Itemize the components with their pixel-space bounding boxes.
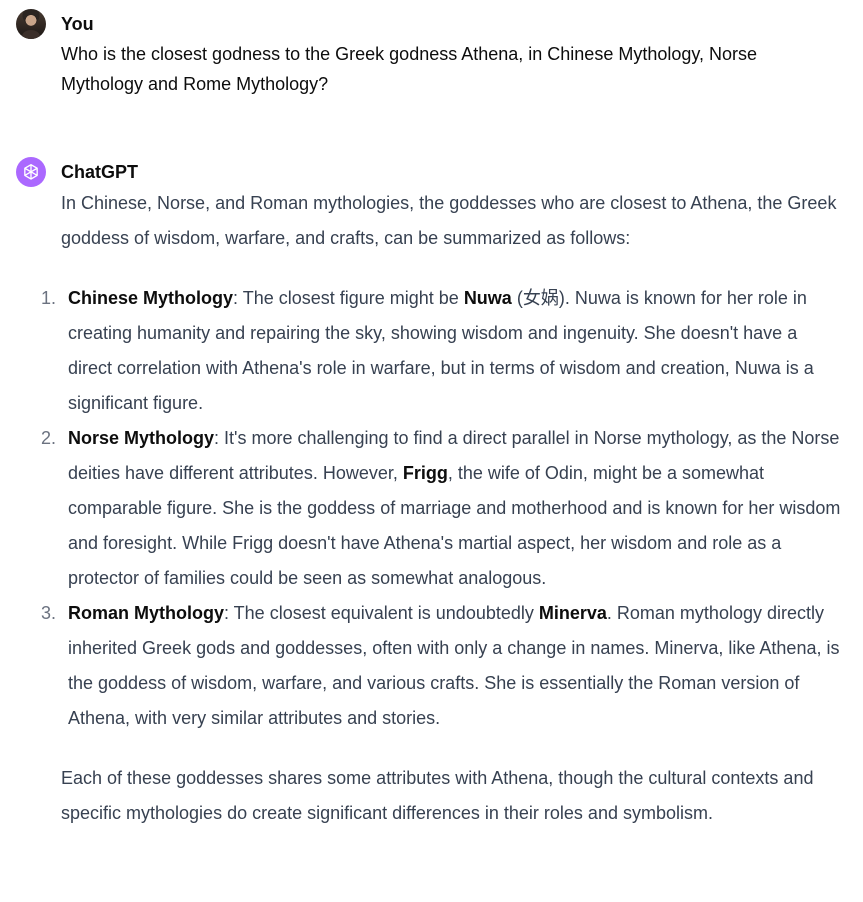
list-item-heading: Roman Mythology bbox=[68, 603, 224, 623]
user-turn: You Who is the closest godness to the Gr… bbox=[16, 8, 843, 99]
answer-list: 1. Chinese Mythology: The closest figure … bbox=[41, 281, 843, 736]
assistant-author-name: ChatGPT bbox=[61, 161, 139, 182]
assistant-message: In Chinese, Norse, and Roman mythologies… bbox=[41, 186, 843, 831]
list-item-number: 3. bbox=[41, 603, 57, 623]
list-item: 1. Chinese Mythology: The closest figure … bbox=[41, 281, 843, 421]
list-item-name: Nuwa bbox=[463, 288, 512, 308]
list-item-heading: Chinese Mythology bbox=[68, 288, 234, 308]
list-item-name: Minerva bbox=[538, 603, 607, 623]
assistant-turn: ChatGPT In Chinese, Norse, and Roman myt… bbox=[16, 156, 843, 831]
openai-logo-icon bbox=[24, 164, 38, 180]
list-item: 3. Roman Mythology: The closest equivalen… bbox=[41, 596, 843, 736]
list-item-text: : The closest equivalent is undoubtedly bbox=[224, 603, 539, 623]
list-item-name: Frigg bbox=[402, 463, 448, 483]
user-avatar bbox=[16, 9, 46, 39]
list-item-number: 1. bbox=[41, 288, 57, 308]
answer-conclusion: Each of these goddesses shares some attr… bbox=[61, 768, 814, 823]
user-author-name: You bbox=[61, 13, 94, 34]
answer-intro: In Chinese, Norse, and Roman mythologies… bbox=[61, 193, 837, 248]
list-item-heading: Norse Mythology bbox=[68, 428, 215, 448]
user-message: Who is the closest godness to the Greek … bbox=[61, 44, 758, 94]
list-item-text: : The closest figure might be bbox=[233, 288, 464, 308]
list-item-number: 2. bbox=[41, 428, 57, 448]
assistant-avatar bbox=[16, 157, 46, 187]
user-author-row: You bbox=[16, 8, 843, 40]
assistant-author-row: ChatGPT bbox=[16, 156, 843, 188]
list-item: 2. Norse Mythology: It's more challenging… bbox=[41, 421, 843, 596]
